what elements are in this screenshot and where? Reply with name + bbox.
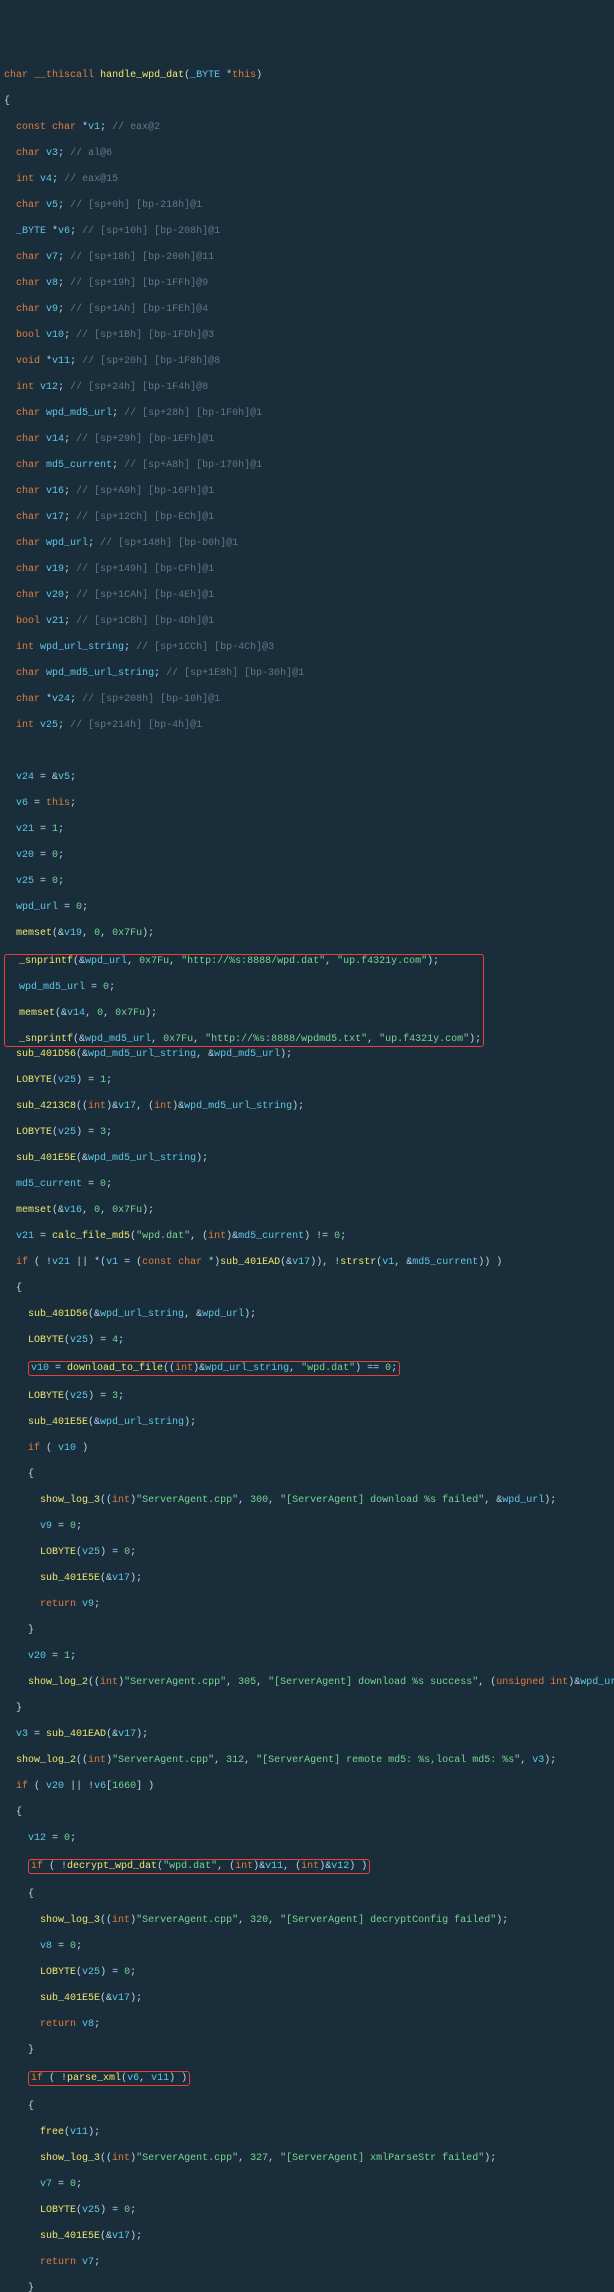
- code-line: v21 = calc_file_md5("wpd.dat", (int)&md5…: [4, 1230, 610, 1243]
- code-line: _BYTE *v6; // [sp+10h] [bp-208h]@1: [4, 225, 610, 238]
- code-line: sub_401E5E(&v17);: [4, 2230, 610, 2243]
- wpd-dat-filename: "wpd.dat": [301, 1363, 355, 1374]
- code-line: free(v11);: [4, 2126, 610, 2139]
- code-line: v21 = 1;: [4, 823, 610, 836]
- highlight-box-decrypt: if ( !decrypt_wpd_dat("wpd.dat", (int)&v…: [28, 1859, 370, 1874]
- code-line: v24 = &v5;: [4, 771, 610, 784]
- code-line: LOBYTE(v25) = 4;: [4, 1334, 610, 1347]
- code-line: v9 = 0;: [4, 1520, 610, 1533]
- code-line: char wpd_url; // [sp+148h] [bp-D0h]@1: [4, 537, 610, 550]
- code-line: {: [4, 1282, 610, 1295]
- code-line: char wpd_md5_url; // [sp+28h] [bp-1F0h]@…: [4, 407, 610, 420]
- code-line: }: [4, 2044, 610, 2057]
- code-line: show_log_2((int)"ServerAgent.cpp", 312, …: [4, 1754, 610, 1767]
- code-line: LOBYTE(v25) = 0;: [4, 1546, 610, 1559]
- code-line: char wpd_md5_url_string; // [sp+1E8h] [b…: [4, 667, 610, 680]
- code-line: return v9;: [4, 1598, 610, 1611]
- code-line: if ( v10 ): [4, 1442, 610, 1455]
- wpd-dat-filename: "wpd.dat": [163, 1861, 217, 1872]
- code-line: char __thiscall handle_wpd_dat(_BYTE *th…: [4, 69, 610, 82]
- code-line: if ( v20 || !v6[1660] ): [4, 1780, 610, 1793]
- code-line: return v8;: [4, 2018, 610, 2031]
- code-line: sub_401E5E(&wpd_url_string);: [4, 1416, 610, 1429]
- wpd-dat-url-fmt: "http://%s:8888/wpd.dat": [181, 956, 325, 967]
- code-line: LOBYTE(v25) = 0;: [4, 1966, 610, 1979]
- code-line: v6 = this;: [4, 797, 610, 810]
- code-line: char v9; // [sp+1Ah] [bp-1FEh]@4: [4, 303, 610, 316]
- code-line: if ( !v21 || *(v1 = (const char *)sub_40…: [4, 1256, 610, 1269]
- code-line: show_log_3((int)"ServerAgent.cpp", 320, …: [4, 1914, 610, 1927]
- code-line: [4, 745, 610, 758]
- code-line: LOBYTE(v25) = 0;: [4, 2204, 610, 2217]
- code-line: {: [4, 2100, 610, 2113]
- code-line: sub_401D56(&wpd_md5_url_string, &wpd_md5…: [4, 1048, 610, 1061]
- code-line: v8 = 0;: [4, 1940, 610, 1953]
- code-line: int wpd_url_string; // [sp+1CCh] [bp-4Ch…: [4, 641, 610, 654]
- code-line: sub_401E5E(&v17);: [4, 1992, 610, 2005]
- wpdmd5-url-fmt: "http://%s:8888/wpdmd5.txt": [205, 1034, 367, 1045]
- code-line: {: [4, 1888, 610, 1901]
- code-line: }: [4, 2282, 610, 2292]
- code-line: char v5; // [sp+0h] [bp-218h]@1: [4, 199, 610, 212]
- code-line: LOBYTE(v25) = 3;: [4, 1126, 610, 1139]
- code-line: char v17; // [sp+12Ch] [bp-ECh]@1: [4, 511, 610, 524]
- code-line: }: [4, 1702, 610, 1715]
- code-line: const char *v1; // eax@2: [4, 121, 610, 134]
- code-line: }: [4, 1624, 610, 1637]
- code-line: {: [4, 1468, 610, 1481]
- code-line: sub_401E5E(&v17);: [4, 1572, 610, 1585]
- code-line: if ( !decrypt_wpd_dat("wpd.dat", (int)&v…: [4, 1858, 610, 1875]
- code-line: int v4; // eax@15: [4, 173, 610, 186]
- code-line: v7 = 0;: [4, 2178, 610, 2191]
- code-line: bool v21; // [sp+1CBh] [bp-4Dh]@1: [4, 615, 610, 628]
- code-line: char v7; // [sp+18h] [bp-200h]@11: [4, 251, 610, 264]
- code-line: char md5_current; // [sp+A8h] [bp-170h]@…: [4, 459, 610, 472]
- code-view: char __thiscall handle_wpd_dat(_BYTE *th…: [4, 56, 610, 2292]
- code-line: v3 = sub_401EAD(&v17);: [4, 1728, 610, 1741]
- highlight-box-download: v10 = download_to_file((int)&wpd_url_str…: [28, 1361, 400, 1376]
- highlight-box-parse-xml: if ( !parse_xml(v6, v11) ): [28, 2071, 190, 2086]
- code-line: {: [4, 1806, 610, 1819]
- code-line: memset(&v16, 0, 0x7Fu);: [4, 1204, 610, 1217]
- code-line: show_log_2((int)"ServerAgent.cpp", 305, …: [4, 1676, 610, 1689]
- code-line: char v14; // [sp+29h] [bp-1EFh]@1: [4, 433, 610, 446]
- code-line: char v3; // al@6: [4, 147, 610, 160]
- code-line: if ( !parse_xml(v6, v11) ): [4, 2070, 610, 2087]
- highlight-box-url-construct: _snprintf(&wpd_url, 0x7Fu, "http://%s:88…: [4, 954, 484, 1047]
- code-line: sub_401D56(&wpd_url_string, &wpd_url);: [4, 1308, 610, 1321]
- code-line: v20 = 1;: [4, 1650, 610, 1663]
- code-line: sub_4213C8((int)&v17, (int)&wpd_md5_url_…: [4, 1100, 610, 1113]
- code-line: show_log_3((int)"ServerAgent.cpp", 327, …: [4, 2152, 610, 2165]
- code-line: LOBYTE(v25) = 3;: [4, 1390, 610, 1403]
- code-line: return v7;: [4, 2256, 610, 2269]
- code-line: md5_current = 0;: [4, 1178, 610, 1191]
- code-line: bool v10; // [sp+1Bh] [bp-1FDh]@3: [4, 329, 610, 342]
- code-line: v25 = 0;: [4, 875, 610, 888]
- code-line: int v25; // [sp+214h] [bp-4h]@1: [4, 719, 610, 732]
- code-line: v20 = 0;: [4, 849, 610, 862]
- code-line: int v12; // [sp+24h] [bp-1F4h]@8: [4, 381, 610, 394]
- code-line: void *v11; // [sp+20h] [bp-1F8h]@8: [4, 355, 610, 368]
- code-line: char *v24; // [sp+208h] [bp-10h]@1: [4, 693, 610, 706]
- host-string: "up.f4321y.com": [379, 1034, 469, 1045]
- host-string: "up.f4321y.com": [337, 956, 427, 967]
- code-line: v12 = 0;: [4, 1832, 610, 1845]
- code-line: sub_401E5E(&wpd_md5_url_string);: [4, 1152, 610, 1165]
- code-line: {: [4, 95, 610, 108]
- code-line: char v16; // [sp+A9h] [bp-16Fh]@1: [4, 485, 610, 498]
- code-line: char v20; // [sp+1CAh] [bp-4Eh]@1: [4, 589, 610, 602]
- code-line: char v8; // [sp+19h] [bp-1FFh]@9: [4, 277, 610, 290]
- code-line: char v19; // [sp+149h] [bp-CFh]@1: [4, 563, 610, 576]
- code-line: memset(&v19, 0, 0x7Fu);: [4, 927, 610, 940]
- code-line: wpd_url = 0;: [4, 901, 610, 914]
- code-line: v10 = download_to_file((int)&wpd_url_str…: [4, 1360, 610, 1377]
- code-line: show_log_3((int)"ServerAgent.cpp", 300, …: [4, 1494, 610, 1507]
- code-line: LOBYTE(v25) = 1;: [4, 1074, 610, 1087]
